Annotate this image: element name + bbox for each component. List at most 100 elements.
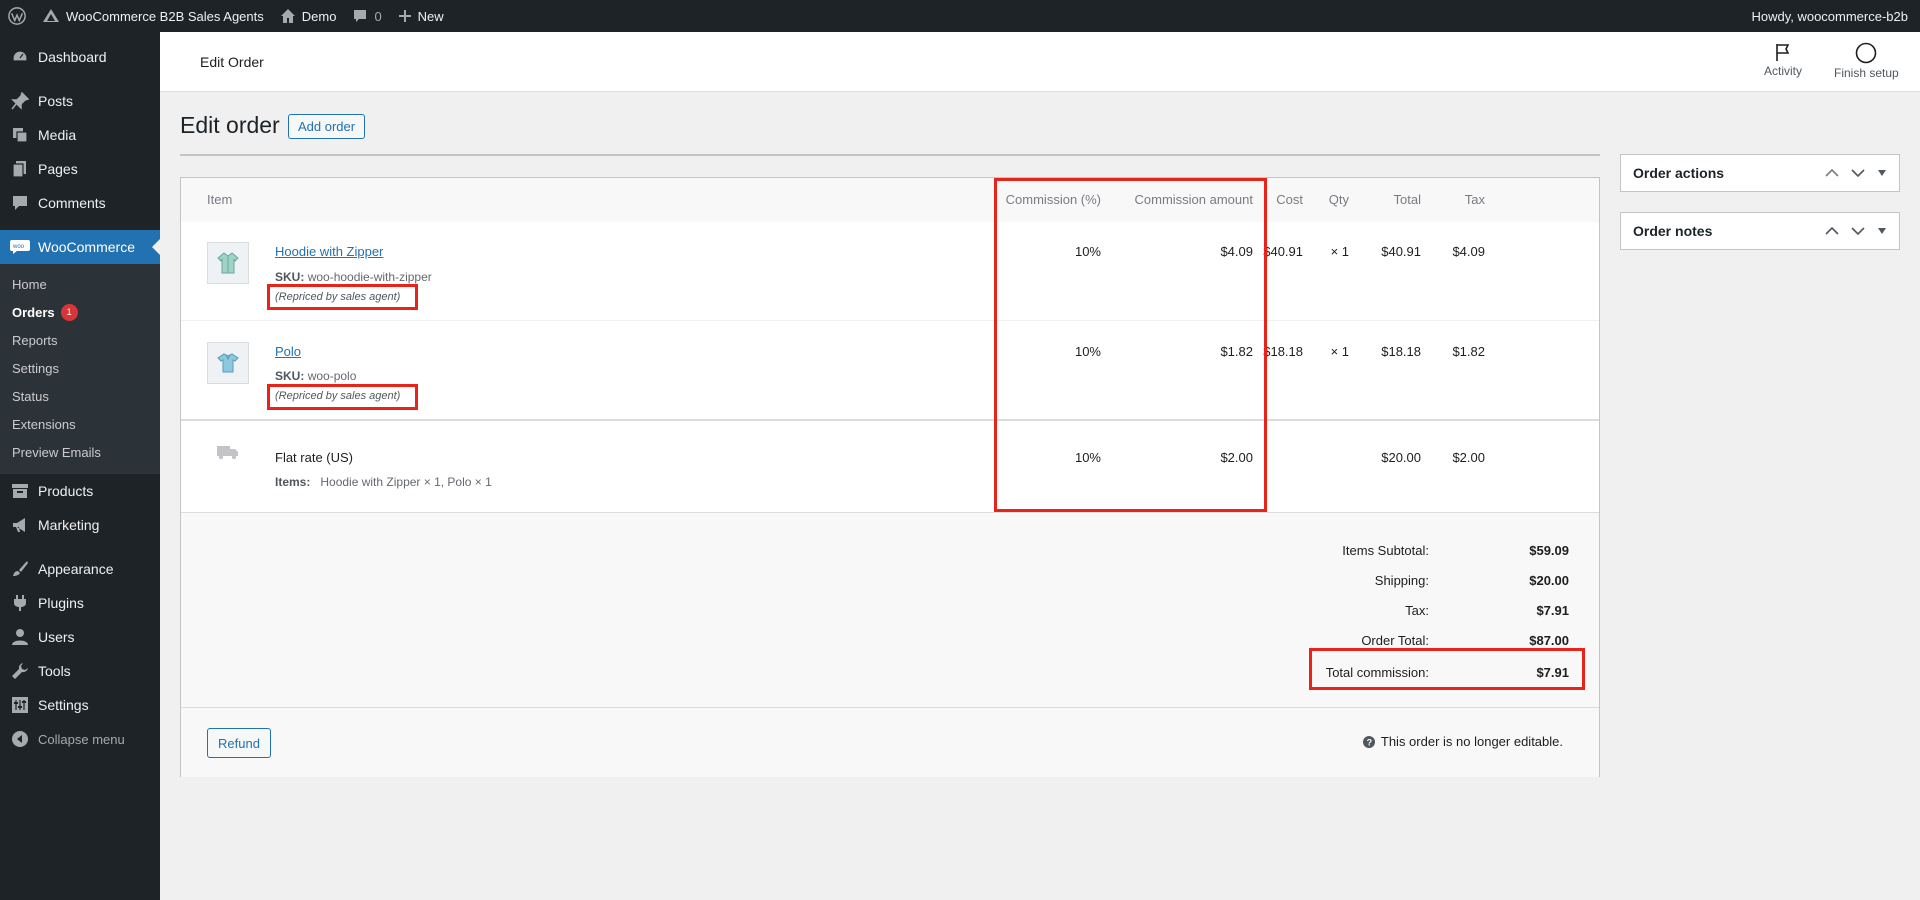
menu-posts[interactable]: Posts: [0, 84, 160, 118]
box-controls: [1825, 168, 1899, 178]
collapse-arrow-icon: [10, 729, 30, 749]
total-commission-highlight: [1309, 648, 1585, 690]
menu-label: Marketing: [38, 517, 100, 533]
box-controls: [1825, 226, 1899, 236]
menu-dashboard[interactable]: Dashboard: [0, 40, 160, 74]
submenu-settings[interactable]: Settings: [0, 354, 160, 382]
page-title: Edit order: [180, 112, 280, 138]
menu-media[interactable]: Media: [0, 118, 160, 152]
media-icon: [10, 125, 30, 145]
item-qty: × 1: [1330, 344, 1349, 359]
move-down-icon[interactable]: [1851, 226, 1865, 236]
refund-button[interactable]: Refund: [207, 728, 271, 758]
submenu-extensions[interactable]: Extensions: [0, 410, 160, 438]
finish-setup-button[interactable]: Finish setup: [1834, 42, 1899, 80]
sku-value: woo-polo: [307, 369, 357, 383]
menu-products[interactable]: Products: [0, 474, 160, 508]
demo-link[interactable]: Demo: [272, 0, 345, 32]
submenu-status[interactable]: Status: [0, 382, 160, 410]
shipping-tax: $2.00: [1452, 450, 1485, 465]
dashboard-icon: [10, 47, 30, 67]
column-header-cost: Cost: [1261, 178, 1303, 222]
commission-columns-highlight: [994, 178, 1267, 512]
toggle-caret-icon[interactable]: [1877, 169, 1887, 177]
archive-icon: [10, 481, 30, 501]
menu-tools[interactable]: Tools: [0, 654, 160, 688]
menu-label: Media: [38, 127, 77, 143]
menu-label: Plugins: [38, 595, 84, 611]
woo-icon: woo: [10, 237, 30, 257]
submenu-label: Preview Emails: [12, 444, 101, 460]
site-name: WooCommerce B2B Sales Agents: [66, 8, 264, 24]
add-order-button[interactable]: Add order: [288, 114, 366, 139]
submenu-home[interactable]: Home: [0, 270, 160, 298]
column-header-item: Item: [207, 178, 233, 222]
order-actions-box[interactable]: Order actions: [1620, 154, 1900, 192]
order-total-label: Order Total:: [1361, 633, 1429, 648]
svg-text:woo: woo: [12, 244, 25, 250]
plus-icon: [398, 9, 412, 23]
not-editable-notice: ? This order is no longer editable.: [1362, 734, 1563, 749]
wordpress-logo-icon[interactable]: [0, 0, 34, 32]
submenu-label: Orders: [12, 304, 55, 320]
repriced-note-highlight: [267, 284, 418, 310]
menu-plugins[interactable]: Plugins: [0, 586, 160, 620]
help-icon: ?: [1362, 735, 1375, 748]
brush-icon: [10, 559, 30, 579]
move-up-icon[interactable]: [1825, 226, 1839, 236]
item-qty: × 1: [1330, 244, 1349, 259]
collapse-label: Collapse menu: [38, 731, 125, 747]
comments-link[interactable]: 0: [344, 0, 389, 32]
new-content-link[interactable]: New: [390, 0, 452, 32]
menu-label: Posts: [38, 93, 74, 109]
submenu-reports[interactable]: Reports: [0, 326, 160, 354]
move-down-icon[interactable]: [1851, 168, 1865, 178]
row-divider: [181, 320, 1599, 321]
menu-settings[interactable]: Settings: [0, 688, 160, 722]
product-thumbnail[interactable]: [207, 342, 249, 384]
menu-marketing[interactable]: Marketing: [0, 508, 160, 542]
move-up-icon[interactable]: [1825, 168, 1839, 178]
tax-value: $7.91: [1536, 603, 1569, 618]
menu-comments[interactable]: Comments: [0, 186, 160, 220]
submenu-orders[interactable]: Orders 1: [0, 298, 160, 326]
tax-label: Tax:: [1405, 603, 1429, 618]
plugin-icon: [10, 593, 30, 613]
order-notes-box[interactable]: Order notes: [1620, 212, 1900, 250]
shipping-items: Items: Hoodie with Zipper × 1, Polo × 1: [275, 475, 492, 489]
submenu-label: Reports: [12, 332, 58, 348]
collapse-menu-button[interactable]: Collapse menu: [0, 722, 160, 756]
product-link[interactable]: Hoodie with Zipper: [275, 244, 383, 259]
heading-divider: [180, 154, 1600, 156]
sku-value: woo-hoodie-with-zipper: [307, 270, 432, 284]
toggle-caret-icon[interactable]: [1877, 227, 1887, 235]
not-editable-text: This order is no longer editable.: [1380, 734, 1563, 749]
new-label: New: [417, 8, 444, 24]
submenu-preview-emails[interactable]: Preview Emails: [0, 438, 160, 466]
menu-label: Dashboard: [38, 49, 107, 65]
flag-icon: [1773, 42, 1793, 64]
shipping-label: Shipping:: [1374, 573, 1429, 588]
activity-button[interactable]: Activity: [1764, 42, 1802, 78]
repriced-note-highlight: [267, 384, 418, 410]
my-account-link[interactable]: Howdy, woocommerce-b2b: [1743, 0, 1920, 32]
product-thumbnail[interactable]: [207, 242, 249, 284]
menu-pages[interactable]: Pages: [0, 152, 160, 186]
home-network-icon: [42, 8, 60, 24]
submenu-label: Status: [12, 388, 49, 404]
column-header-qty: Qty: [1311, 178, 1349, 222]
comment-icon: [10, 193, 30, 213]
menu-appearance[interactable]: Appearance: [0, 552, 160, 586]
product-link[interactable]: Polo: [275, 344, 301, 359]
site-name-link[interactable]: WooCommerce B2B Sales Agents: [34, 0, 272, 32]
submenu-label: Extensions: [12, 416, 76, 432]
menu-users[interactable]: Users: [0, 620, 160, 654]
demo-label: Demo: [301, 8, 337, 24]
menu-label: Pages: [38, 161, 78, 177]
menu-woocommerce[interactable]: woo WooCommerce: [0, 230, 160, 264]
woocommerce-submenu: Home Orders 1 Reports Settings Status Ext…: [0, 264, 160, 474]
shipping-method-name: Flat rate (US): [275, 450, 354, 465]
sku-label: SKU:: [275, 369, 305, 383]
column-header-total: Total: [1361, 178, 1421, 222]
order-actions-title: Order actions: [1633, 165, 1725, 181]
